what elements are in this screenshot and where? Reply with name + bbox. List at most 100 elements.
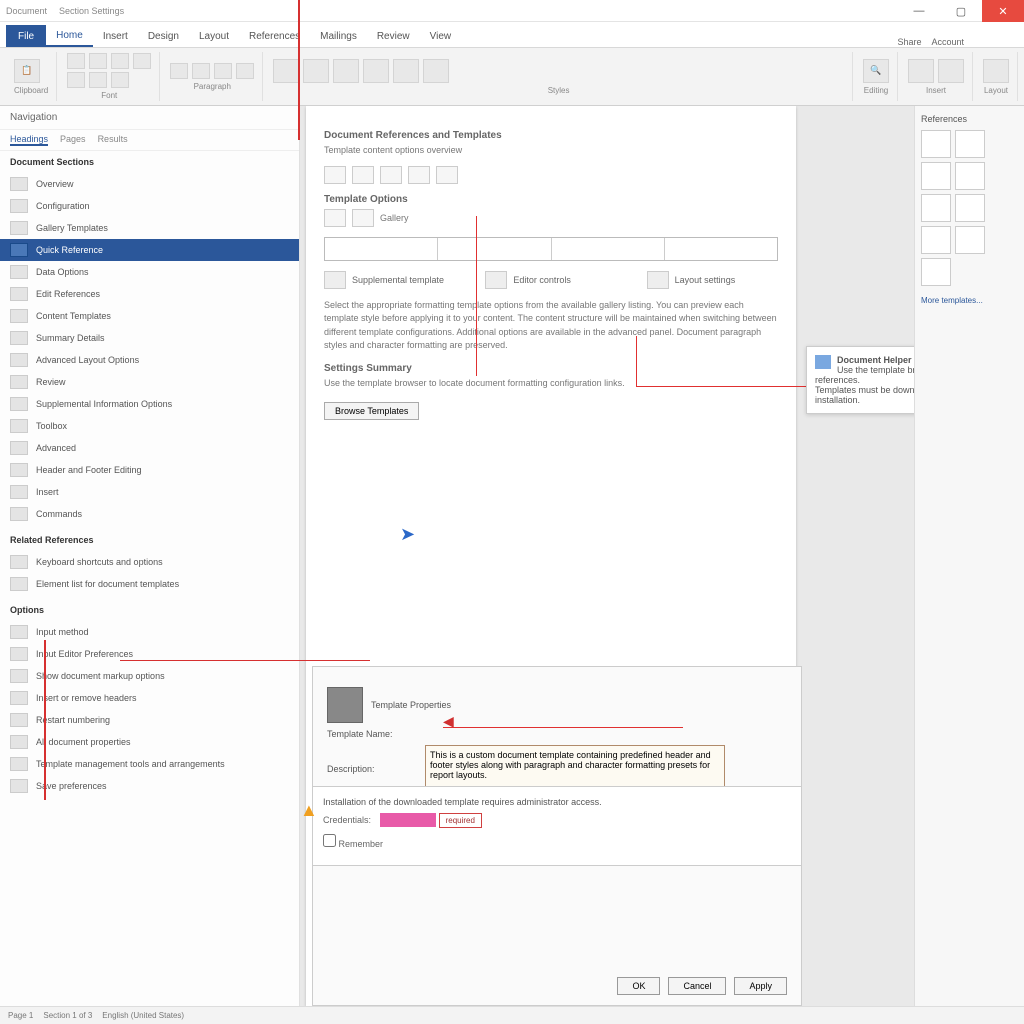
ref-thumb[interactable]	[921, 162, 951, 190]
doc-p3: Use the template browser to locate docum…	[324, 377, 778, 391]
mini-bold[interactable]	[324, 166, 346, 184]
mini-italic[interactable]	[352, 166, 374, 184]
tab-design[interactable]: Design	[138, 25, 189, 47]
nav-item[interactable]: Commands	[0, 503, 299, 525]
doc-heading-2: Template Options	[324, 194, 778, 205]
share-button[interactable]: Share	[897, 37, 921, 47]
style-2[interactable]	[303, 59, 329, 83]
ref-thumb[interactable]	[955, 226, 985, 254]
style-5[interactable]	[393, 59, 419, 83]
style-6[interactable]	[423, 59, 449, 83]
ref-thumb[interactable]	[921, 226, 951, 254]
nav-item[interactable]: Configuration	[0, 195, 299, 217]
nav-item[interactable]: Header and Footer Editing	[0, 459, 299, 481]
nav-tab-headings[interactable]: Headings	[10, 134, 48, 146]
style-3[interactable]	[333, 59, 359, 83]
cancel-button[interactable]: Cancel	[668, 977, 726, 995]
nav-item-label: Summary Details	[36, 333, 105, 343]
tab-layout[interactable]: Layout	[189, 25, 239, 47]
nav-item-icon	[10, 779, 28, 793]
nav-item-label: Advanced	[36, 443, 76, 453]
mini-align[interactable]	[408, 166, 430, 184]
font-size-down[interactable]	[89, 72, 107, 88]
nav-item-icon	[10, 507, 28, 521]
nav-item-label: Show document markup options	[36, 671, 165, 681]
account-button[interactable]: Account	[931, 37, 964, 47]
nav-tab-results[interactable]: Results	[98, 134, 128, 146]
nav-item[interactable]: Summary Details	[0, 327, 299, 349]
bold-button[interactable]	[67, 53, 85, 69]
style-1[interactable]	[273, 59, 299, 83]
nav-item[interactable]: Data Options	[0, 261, 299, 283]
numbering-button[interactable]	[192, 63, 210, 79]
tab-mailings[interactable]: Mailings	[310, 25, 367, 47]
table-header	[324, 237, 778, 261]
picture-button[interactable]	[938, 59, 964, 83]
annotation-line	[120, 660, 370, 661]
status-page[interactable]: Page 1	[8, 1011, 33, 1020]
mini-underline[interactable]	[380, 166, 402, 184]
nav-item[interactable]: Advanced Layout Options	[0, 349, 299, 371]
nav-item[interactable]: Supplemental Information Options	[0, 393, 299, 415]
opt-2[interactable]	[352, 209, 374, 227]
nav-item[interactable]: Advanced	[0, 437, 299, 459]
nav-item[interactable]: Insert	[0, 481, 299, 503]
paste-button[interactable]: 📋	[14, 59, 40, 83]
ref-thumb[interactable]	[955, 130, 985, 158]
italic-button[interactable]	[89, 53, 107, 69]
nav-item-icon	[10, 309, 28, 323]
maximize-button[interactable]: ▢	[940, 0, 982, 22]
underline-button[interactable]	[111, 53, 129, 69]
nav-item-label: Insert	[36, 487, 59, 497]
nav-item[interactable]: Quick Reference	[0, 239, 299, 261]
font-size-up[interactable]	[67, 72, 85, 88]
remember-checkbox[interactable]	[323, 834, 336, 847]
nav-tab-pages[interactable]: Pages	[60, 134, 86, 146]
nav-item-label: Input Editor Preferences	[36, 649, 133, 659]
ref-thumb[interactable]	[921, 258, 951, 286]
highlight-button[interactable]	[111, 72, 129, 88]
find-button[interactable]: 🔍	[863, 59, 889, 83]
document-canvas[interactable]: Document References and Templates Templa…	[300, 106, 914, 1022]
tab-view[interactable]: View	[420, 25, 462, 47]
ref-thumb[interactable]	[955, 162, 985, 190]
tab-insert[interactable]: Insert	[93, 25, 138, 47]
ref-thumb[interactable]	[921, 194, 951, 222]
status-lang[interactable]: English (United States)	[102, 1011, 184, 1020]
nav-item[interactable]: Review	[0, 371, 299, 393]
nav-item[interactable]: Overview	[0, 173, 299, 195]
font-color-button[interactable]	[133, 53, 151, 69]
cred-field[interactable]	[380, 813, 436, 827]
nav-item[interactable]: Element list for document templates	[0, 573, 299, 595]
nav-item-label: Content Templates	[36, 311, 111, 321]
nav-item[interactable]: Content Templates	[0, 305, 299, 327]
opt-1[interactable]	[324, 209, 346, 227]
bullets-button[interactable]	[170, 63, 188, 79]
browse-button[interactable]: Browse Templates	[324, 402, 419, 420]
ribbon: 📋 Clipboard Font Paragraph	[0, 48, 1024, 106]
close-button[interactable]: ✕	[982, 0, 1024, 22]
nav-item[interactable]: Keyboard shortcuts and options	[0, 551, 299, 573]
mini-list[interactable]	[436, 166, 458, 184]
nav-item-icon	[10, 647, 28, 661]
more-templates-link[interactable]: More templates...	[921, 296, 1018, 305]
nav-item[interactable]: Gallery Templates	[0, 217, 299, 239]
status-section[interactable]: Section 1 of 3	[43, 1011, 92, 1020]
minimize-button[interactable]: —	[898, 0, 940, 22]
margins-button[interactable]	[983, 59, 1009, 83]
ref-thumb[interactable]	[955, 194, 985, 222]
nav-item[interactable]: Toolbox	[0, 415, 299, 437]
style-4[interactable]	[363, 59, 389, 83]
align-left-button[interactable]	[214, 63, 232, 79]
tab-review[interactable]: Review	[367, 25, 420, 47]
apply-button[interactable]: Apply	[734, 977, 787, 995]
ref-thumb[interactable]	[921, 130, 951, 158]
ok-button[interactable]: OK	[617, 977, 660, 995]
app-name: Document	[6, 6, 47, 16]
align-center-button[interactable]	[236, 63, 254, 79]
helper-callout: Document Helper Use the template browser…	[806, 346, 914, 414]
tab-file[interactable]: File	[6, 25, 46, 47]
tab-home[interactable]: Home	[46, 25, 93, 47]
nav-item[interactable]: Edit References	[0, 283, 299, 305]
table-button[interactable]	[908, 59, 934, 83]
